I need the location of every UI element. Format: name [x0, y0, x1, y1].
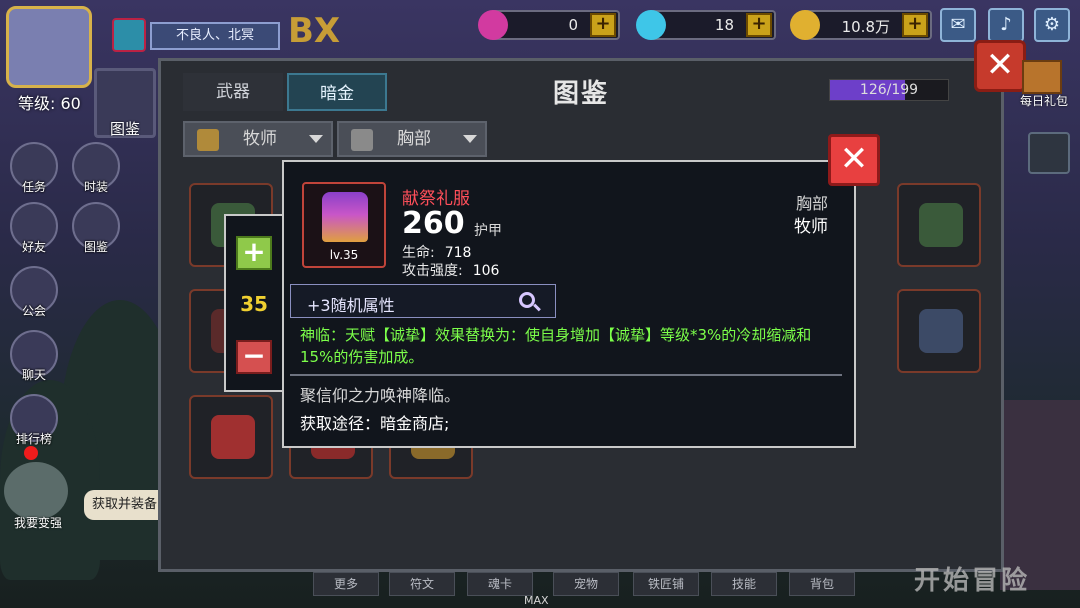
close-panel-button[interactable]: ✕ — [974, 40, 1026, 92]
item-slot[interactable] — [897, 183, 981, 267]
codex-shortcut-label: 图鉴 — [109, 120, 140, 138]
daily-gift-icon[interactable] — [1022, 60, 1062, 94]
stat-value: 106 — [472, 263, 500, 279]
stat-value: 718 — [444, 245, 472, 261]
sidebar-label-chat: 聊天 — [21, 368, 46, 382]
sidebar-label-codex: 图鉴 — [83, 240, 108, 254]
bottom-menu-bag[interactable]: 背包 — [789, 572, 855, 596]
gold-coin-icon — [790, 10, 820, 40]
armor-icon — [211, 415, 255, 459]
chevron-down-icon — [463, 135, 477, 143]
robe-icon — [322, 192, 368, 242]
bx-badge-icon[interactable]: BX — [288, 8, 348, 54]
start-adventure-button[interactable]: 开始冒险 — [914, 560, 1030, 597]
stat-attack: 攻击强度: 106 — [402, 260, 499, 280]
ruby-resource-bar: 0 + — [478, 10, 620, 40]
decrease-quantity-button[interactable]: − — [236, 340, 272, 374]
side-menu-button[interactable] — [1028, 132, 1070, 174]
quantity-panel: + 35 − — [224, 214, 284, 392]
sidebar-label-guild: 公会 — [21, 304, 46, 318]
sidebar-label-costume: 时装 — [83, 180, 108, 194]
diamond-icon — [636, 10, 666, 40]
item-detail-popup: lv.35 献祭礼服 260 护甲 生命: 718 攻击强度: 106 胸部 牧师 … — [282, 160, 856, 448]
slot-filter-dropdown[interactable]: 胸部 — [337, 121, 487, 157]
quantity-value: 35 — [240, 292, 268, 316]
item-portrait: lv.35 — [302, 182, 386, 268]
ruby-count: 0 — [568, 16, 578, 34]
stat-label: 攻击强度: — [402, 263, 463, 279]
bottom-menu-more[interactable]: 更多 — [313, 572, 379, 596]
armor-icon — [919, 203, 963, 247]
sidebar-label-task: 任务 — [21, 180, 46, 194]
gold-resource-bar: 10.8万 + — [790, 10, 932, 40]
magnifier-icon[interactable] — [519, 292, 535, 308]
chest-armor-icon — [351, 129, 373, 151]
armor-icon — [919, 309, 963, 353]
player-avatar[interactable] — [6, 6, 92, 88]
collection-progress-bar: 126/199 — [829, 79, 949, 101]
collection-progress-text: 126/199 — [859, 82, 919, 98]
bottom-menu-skills[interactable]: 技能 — [711, 572, 777, 596]
player-level: 等级: 60 — [18, 94, 81, 113]
ruby-gem-icon — [478, 10, 508, 40]
chevron-down-icon — [309, 135, 323, 143]
class-filter-label: 牧师 — [243, 129, 277, 149]
staff-icon — [197, 129, 219, 151]
player-name-banner: 不良人、北冥 — [150, 22, 280, 50]
stat-label: 生命: — [402, 245, 435, 261]
bottom-menu-blacksmith[interactable]: 铁匠铺 — [633, 572, 699, 596]
divider — [290, 374, 842, 376]
gold-count: 10.8万 — [841, 18, 890, 36]
treasure-chest-icon[interactable] — [112, 18, 146, 52]
sidebar-label-friends: 好友 — [21, 240, 46, 254]
random-attribute-text: +3随机属性 — [307, 296, 395, 315]
close-popup-button[interactable]: ✕ — [828, 134, 880, 186]
item-armor-value: 260 — [402, 206, 465, 241]
item-slot[interactable] — [189, 395, 273, 479]
class-filter-dropdown[interactable]: 牧师 — [183, 121, 333, 157]
mail-icon[interactable]: ✉ — [940, 8, 976, 42]
daily-gift-label: 每日礼包 — [1019, 94, 1068, 108]
power-up-label: 我要变强 — [13, 516, 62, 530]
max-label: MAX — [524, 594, 549, 607]
bottom-menu-pets[interactable]: 宠物 — [553, 572, 619, 596]
bottom-menu-runes[interactable]: 符文 — [389, 572, 455, 596]
diamond-resource-bar: 18 + — [636, 10, 776, 40]
item-armor-label: 护甲 — [474, 223, 502, 239]
add-ruby-button[interactable]: + — [590, 13, 616, 37]
item-effect: 神临：天赋【诚挚】效果替换为：使自身增加【诚挚】等级*3%的冷却缩减和15%的伤… — [300, 326, 812, 366]
add-gold-button[interactable]: + — [902, 13, 928, 37]
bottom-menu-soul-cards[interactable]: 魂卡 — [467, 572, 533, 596]
item-source: 获取途径：暗金商店; — [300, 414, 450, 433]
item-description: 聚信仰之力唤神降临。 — [300, 386, 461, 405]
obtain-equip-tooltip[interactable]: 获取并装备 — [84, 490, 160, 520]
sidebar-label-ranking: 排行榜 — [15, 432, 52, 446]
notification-dot — [24, 446, 38, 460]
item-slot-type: 胸部 — [795, 194, 828, 213]
slot-filter-label: 胸部 — [397, 129, 431, 149]
item-level: lv.35 — [329, 248, 359, 262]
stat-hp: 生命: 718 — [402, 242, 471, 262]
settings-gear-icon[interactable]: ⚙ — [1034, 8, 1070, 42]
power-up-button[interactable] — [4, 462, 68, 520]
add-diamond-button[interactable]: + — [746, 13, 772, 37]
speaker-icon[interactable]: ♪ — [988, 8, 1024, 42]
item-slot[interactable] — [897, 289, 981, 373]
item-class-type: 牧师 — [794, 217, 828, 237]
random-attribute-box[interactable]: +3随机属性 — [290, 284, 556, 318]
diamond-count: 18 — [714, 16, 734, 34]
bottom-menu: 更多 符文 魂卡 宠物 铁匠铺 技能 背包 — [305, 572, 865, 596]
increase-quantity-button[interactable]: + — [236, 236, 272, 270]
